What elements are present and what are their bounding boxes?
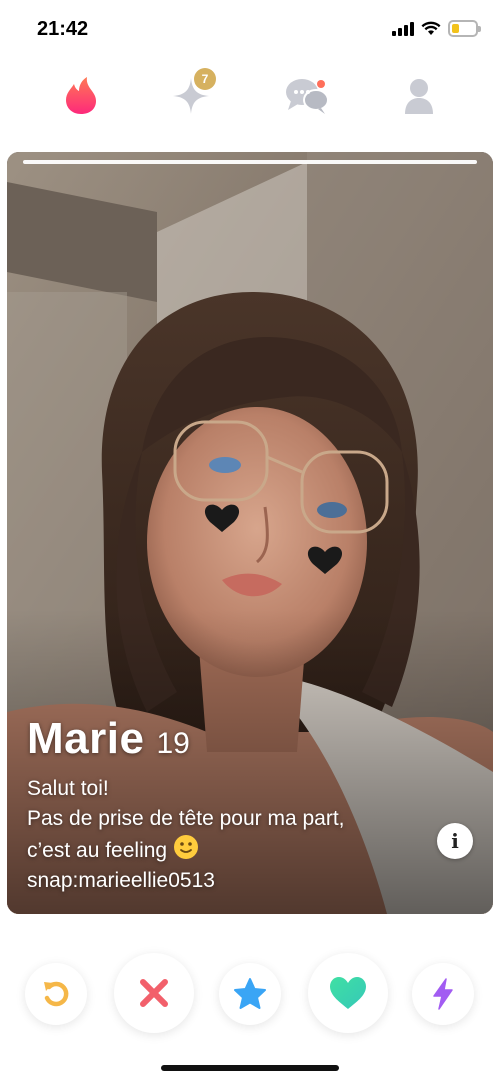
star-icon (234, 978, 266, 1009)
bio-line: Pas de prise de tête pour ma part, (27, 807, 345, 830)
person-icon (405, 79, 433, 114)
signal-icon (392, 21, 414, 36)
profile-card[interactable]: Marie 19 Salut toi! Pas de prise de tête… (7, 152, 493, 914)
profile-age: 19 (156, 727, 190, 760)
bio-line-with-emoji: c’est au feeling (27, 834, 423, 866)
profile-name: Marie (27, 714, 145, 763)
name-row: Marie 19 (27, 714, 423, 764)
home-indicator[interactable] (161, 1065, 339, 1071)
status-icons (392, 20, 481, 37)
flame-icon (66, 77, 96, 114)
bio-line: snap:marieellie0513 (27, 869, 215, 892)
info-button[interactable]: i (437, 823, 473, 859)
wifi-icon (421, 21, 441, 35)
rewind-icon (44, 981, 69, 1007)
battery-icon (448, 20, 481, 37)
rewind-button[interactable] (25, 963, 87, 1025)
bolt-icon (433, 978, 453, 1010)
nav-discover[interactable] (53, 68, 109, 124)
status-bar: 21:42 (0, 0, 500, 60)
photo-progress-segment (23, 160, 477, 164)
top-picks-badge: 7 (194, 68, 216, 90)
nav-profile[interactable] (391, 68, 447, 124)
profile-info: Marie 19 Salut toi! Pas de prise de tête… (27, 714, 423, 896)
like-button[interactable] (308, 953, 388, 1033)
smiley-emoji-icon (173, 835, 198, 859)
bio-line: Salut toi! (27, 777, 109, 800)
super-like-button[interactable] (219, 963, 281, 1025)
x-icon (140, 979, 168, 1007)
messages-notification-dot (317, 80, 325, 88)
heart-icon (330, 977, 366, 1009)
nav-top-picks[interactable]: 7 (163, 68, 219, 124)
boost-button[interactable] (412, 963, 474, 1025)
battery-level (452, 24, 459, 33)
nav-messages[interactable] (279, 68, 335, 124)
nope-button[interactable] (114, 953, 194, 1033)
top-nav: 7 (0, 58, 500, 138)
info-icon: i (451, 829, 459, 853)
action-bar (0, 950, 500, 1040)
bio-line-text: c’est au feeling (27, 839, 168, 862)
photo-progress (23, 160, 477, 164)
status-time: 21:42 (37, 18, 89, 40)
